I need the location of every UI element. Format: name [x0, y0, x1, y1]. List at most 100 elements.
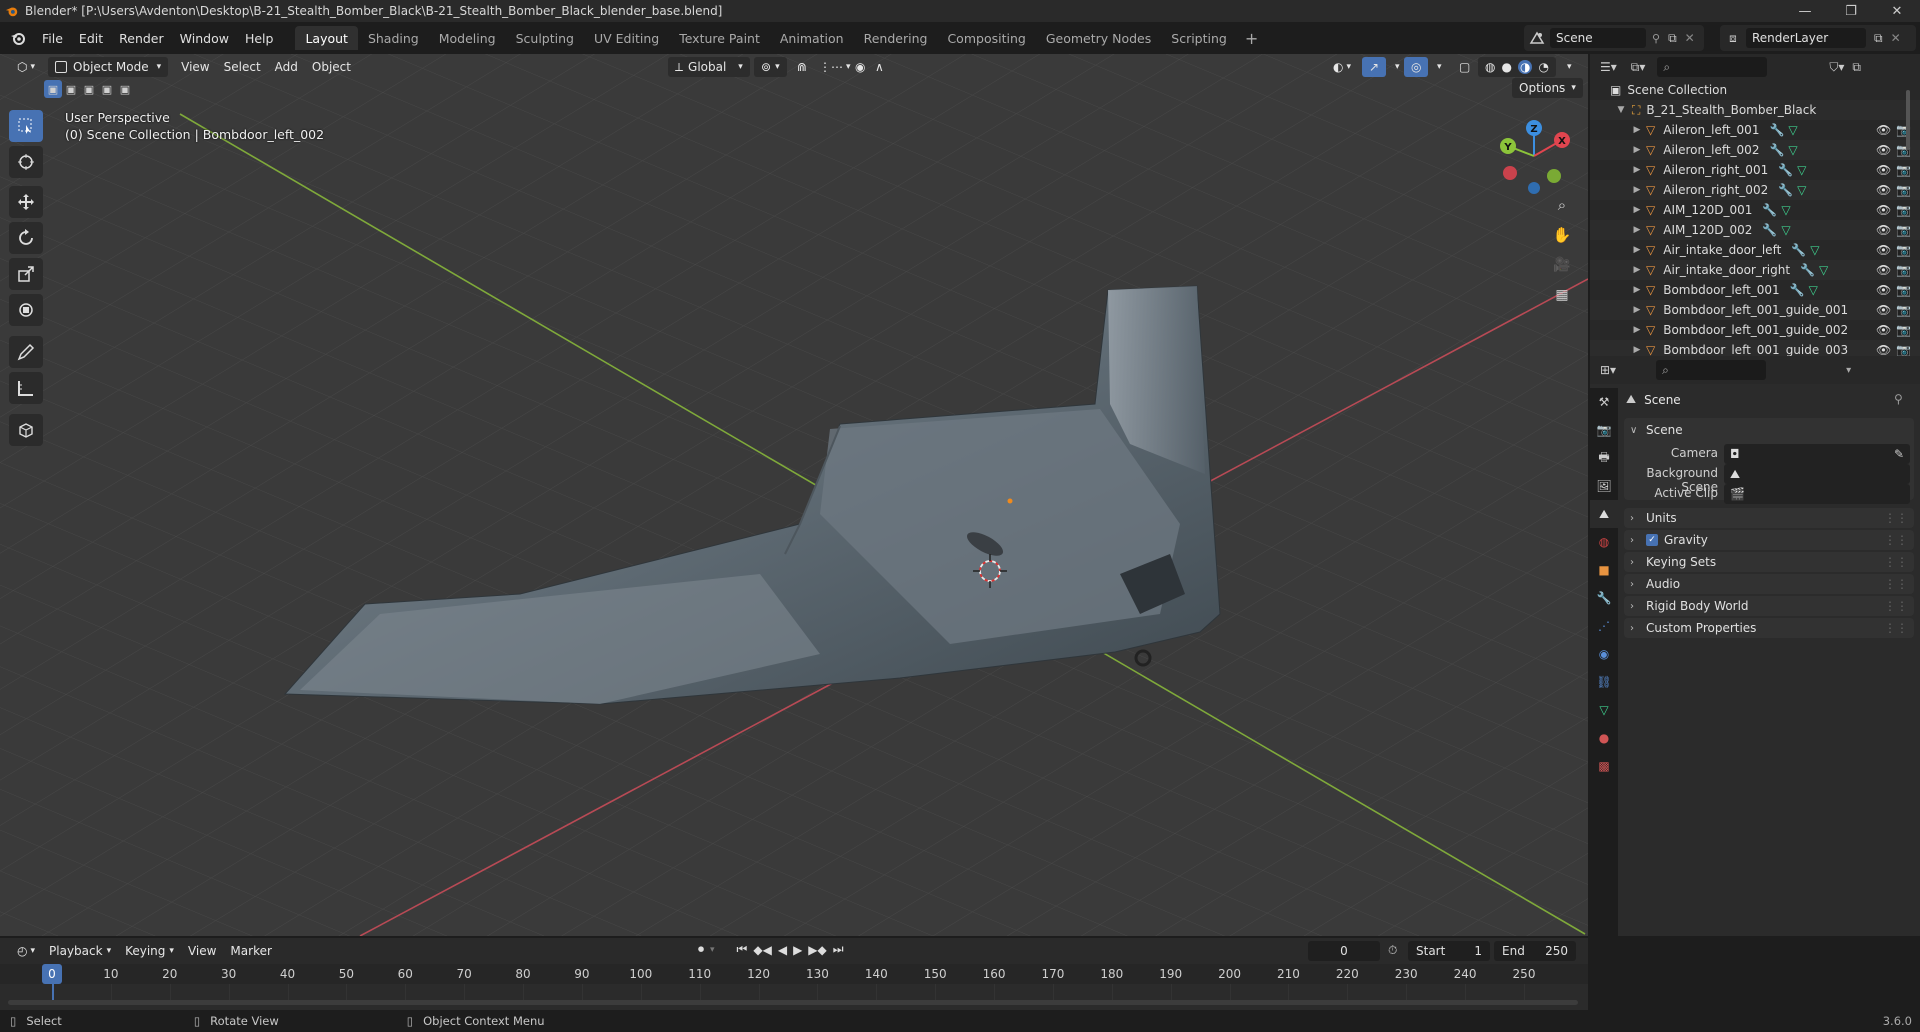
measure-tool[interactable]: [9, 372, 43, 404]
outliner-object-row[interactable]: ▶ ▽ Aileron_left_001 🔧 ▽ 👁 📷: [1590, 120, 1920, 140]
menu-render[interactable]: Render: [111, 27, 172, 49]
close-button[interactable]: ✕: [1874, 0, 1920, 22]
tab-modifiers[interactable]: 🔧: [1590, 584, 1618, 612]
xray-toggle[interactable]: ▢: [1452, 57, 1477, 77]
tab-texture[interactable]: ▩: [1590, 752, 1618, 780]
outliner-object-row[interactable]: ▶ ▽ Aileron_right_001 🔧 ▽ 👁 📷: [1590, 160, 1920, 180]
modifier-wrench-icon[interactable]: 🔧: [1762, 223, 1777, 237]
eye-icon[interactable]: 👁: [1876, 283, 1891, 297]
drag-handle-icon[interactable]: ⋮⋮: [1884, 621, 1908, 635]
timeline-editor-type[interactable]: ◴ ▾: [10, 941, 42, 961]
modifier-wrench-icon[interactable]: 🔧: [1791, 243, 1806, 257]
expand-triangle-icon[interactable]: ▼: [1616, 105, 1626, 115]
modifier-wrench-icon[interactable]: 🔧: [1762, 203, 1777, 217]
tab-texture-paint[interactable]: Texture Paint: [669, 26, 770, 50]
menu-help[interactable]: Help: [237, 27, 282, 49]
tab-geometry-nodes[interactable]: Geometry Nodes: [1036, 26, 1161, 50]
timeline-scrollbar[interactable]: [8, 1000, 1578, 1005]
eye-icon[interactable]: 👁: [1876, 203, 1891, 217]
drag-handle-icon[interactable]: ⋮⋮: [1884, 533, 1908, 547]
scene-icon[interactable]: [1524, 31, 1550, 45]
tab-rendering[interactable]: Rendering: [854, 26, 938, 50]
tab-view-layer[interactable]: 🖼: [1590, 472, 1618, 500]
select-new-icon[interactable]: ▣: [44, 80, 62, 98]
outliner-object-row[interactable]: ▶ ▽ Bombdoor_left_001_guide_001 👁 📷: [1590, 300, 1920, 320]
start-frame-field[interactable]: Start 1: [1408, 941, 1490, 961]
expand-triangle-icon[interactable]: ▶: [1632, 345, 1642, 355]
outliner-object-row[interactable]: ▶ ▽ Bombdoor_left_001_guide_002 👁 📷: [1590, 320, 1920, 340]
minimize-button[interactable]: —: [1782, 0, 1828, 22]
rotate-tool[interactable]: [9, 222, 43, 254]
eye-icon[interactable]: 👁: [1876, 183, 1891, 197]
eye-icon[interactable]: 👁: [1876, 323, 1891, 337]
tab-render[interactable]: 📷: [1590, 416, 1618, 444]
eye-icon[interactable]: 👁: [1876, 123, 1891, 137]
maximize-button[interactable]: ❐: [1828, 0, 1874, 22]
end-frame-field[interactable]: End 250: [1494, 941, 1576, 961]
outliner-object-row[interactable]: ▶ ▽ Air_intake_door_left 🔧 ▽ 👁 📷: [1590, 240, 1920, 260]
expand-triangle-icon[interactable]: ▶: [1632, 125, 1642, 135]
select-intersect-icon[interactable]: ▣: [116, 80, 134, 98]
scene-name-field[interactable]: Scene: [1550, 28, 1646, 48]
tab-physics[interactable]: ◉: [1590, 640, 1618, 668]
eye-icon[interactable]: 👁: [1876, 263, 1891, 277]
outliner-object-row[interactable]: ▶ ▽ AIM_120D_002 🔧 ▽ 👁 📷: [1590, 220, 1920, 240]
camera-render-icon[interactable]: 📷: [1896, 343, 1911, 357]
tab-constraints[interactable]: ⛓: [1590, 668, 1618, 696]
transform-orientation-dropdown[interactable]: ⟂ Global ▾: [668, 57, 750, 77]
drag-handle-icon[interactable]: ⋮⋮: [1884, 599, 1908, 613]
playhead[interactable]: 0: [42, 964, 62, 984]
jump-end-icon[interactable]: ⏭: [833, 942, 844, 957]
outliner-object-row[interactable]: ▶ ▽ Air_intake_door_right 🔧 ▽ 👁 📷: [1590, 260, 1920, 280]
tab-material[interactable]: ●: [1590, 724, 1618, 752]
camera-field[interactable]: ◘ ✎: [1724, 444, 1910, 464]
object-mode-dropdown[interactable]: Object Mode ▾: [48, 57, 169, 77]
outliner-object-row[interactable]: ▶ ▽ AIM_120D_001 🔧 ▽ 👁 📷: [1590, 200, 1920, 220]
tab-object[interactable]: ■: [1590, 556, 1618, 584]
properties-editor-icon[interactable]: ⊞▾: [1600, 363, 1616, 377]
modifier-wrench-icon[interactable]: 🔧: [1778, 163, 1793, 177]
modifier-wrench-icon[interactable]: 🔧: [1778, 183, 1793, 197]
mesh-data-icon[interactable]: ▽: [1788, 123, 1797, 137]
add-workspace-button[interactable]: +: [1237, 29, 1266, 48]
filter-icon[interactable]: ⛉▾: [1829, 60, 1844, 75]
expand-triangle-icon[interactable]: ▶: [1632, 165, 1642, 175]
select-invert-icon[interactable]: ▣: [98, 80, 116, 98]
drag-handle-icon[interactable]: ⋮⋮: [1884, 511, 1908, 525]
camera-render-icon[interactable]: 📷: [1896, 303, 1911, 317]
visibility-dropdown[interactable]: ◐ ▾: [1326, 57, 1358, 77]
eye-icon[interactable]: 👁: [1876, 163, 1891, 177]
pin-icon[interactable]: ⚲: [1652, 32, 1660, 45]
tab-layout[interactable]: Layout: [295, 26, 358, 50]
pivot-point-dropdown[interactable]: ⊚ ▾: [754, 57, 787, 77]
expand-triangle-icon[interactable]: ▶: [1632, 205, 1642, 215]
select-extend-icon[interactable]: ▣: [62, 80, 80, 98]
outliner-object-row[interactable]: ▶ ▽ Aileron_right_002 🔧 ▽ 👁 📷: [1590, 180, 1920, 200]
tab-data[interactable]: ▽: [1590, 696, 1618, 724]
expand-triangle-icon[interactable]: ▶: [1632, 285, 1642, 295]
play-icon[interactable]: ▶: [793, 943, 802, 957]
camera-render-icon[interactable]: 📷: [1896, 223, 1911, 237]
transform-tool[interactable]: [9, 294, 43, 326]
camera-render-icon[interactable]: 📷: [1896, 203, 1911, 217]
tab-scene[interactable]: ⛰: [1590, 500, 1618, 528]
mesh-data-icon[interactable]: ▽: [1810, 243, 1819, 257]
menu-edit[interactable]: Edit: [71, 27, 111, 49]
tab-sculpting[interactable]: Sculpting: [506, 26, 584, 50]
menu-add[interactable]: Add: [268, 57, 305, 77]
mesh-data-icon[interactable]: ▽: [1788, 143, 1797, 157]
drag-handle-icon[interactable]: ⋮⋮: [1884, 577, 1908, 591]
gravity-checkbox[interactable]: ✓: [1646, 534, 1658, 546]
falloff-dropdown[interactable]: ∧: [868, 57, 891, 77]
view-layer-field[interactable]: RenderLayer: [1746, 28, 1866, 48]
stopwatch-icon[interactable]: ⏱: [1388, 943, 1397, 958]
cursor-tool[interactable]: [9, 146, 43, 178]
tab-uv-editing[interactable]: UV Editing: [584, 26, 669, 50]
gizmo-toggle[interactable]: ↗: [1362, 57, 1387, 77]
pin-icon[interactable]: ⚲: [1894, 392, 1903, 406]
menu-timeline-view[interactable]: View: [181, 941, 223, 961]
scale-tool[interactable]: [9, 258, 43, 290]
outliner-object-row[interactable]: ▶ ▽ Aileron_left_002 🔧 ▽ 👁 📷: [1590, 140, 1920, 160]
expand-triangle-icon[interactable]: ▶: [1632, 325, 1642, 335]
menu-select[interactable]: Select: [217, 57, 268, 77]
